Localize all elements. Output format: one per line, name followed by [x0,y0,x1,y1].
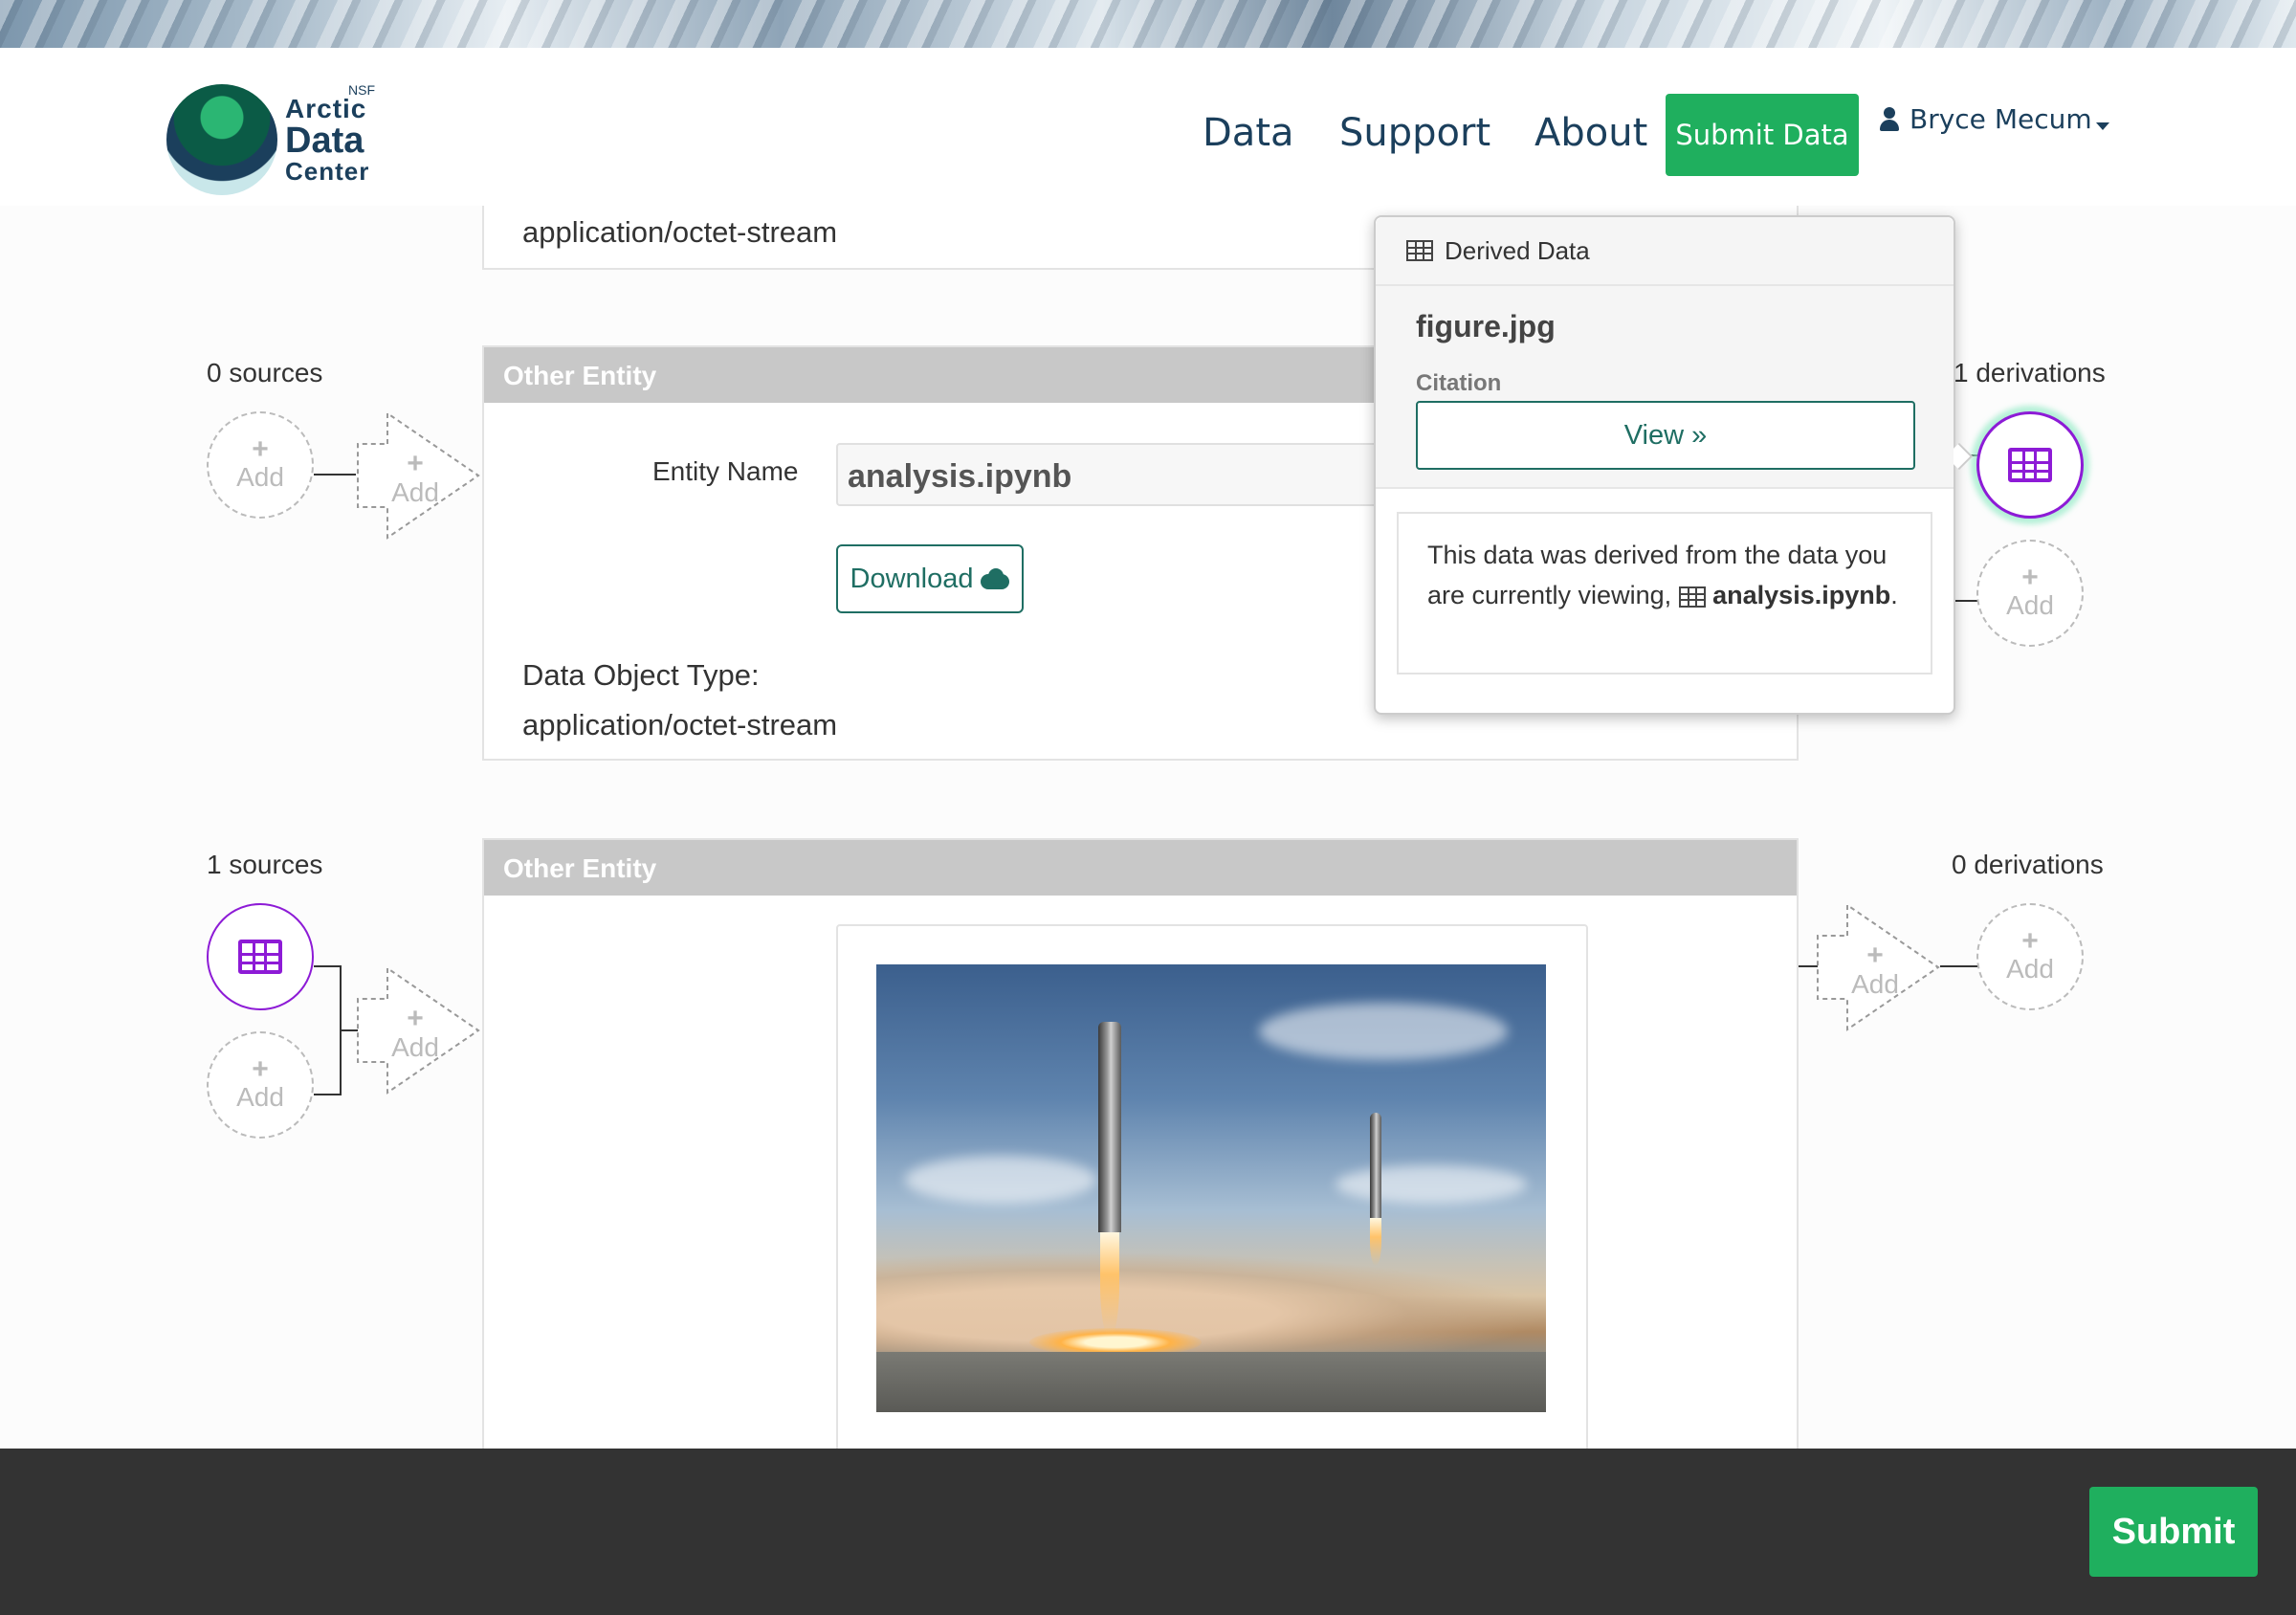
note-entity-name: analysis.ipynb [1712,581,1891,609]
nav-about-link[interactable]: About [1534,111,1647,155]
popover-body: figure.jpg Citation View » [1376,286,1954,489]
citation-label: Citation [1416,370,1502,396]
rocket-booster [1370,1113,1381,1218]
connector-line [314,1094,341,1095]
table-icon [238,940,282,974]
logo-line-2: Data [285,121,364,161]
add-source-arrow[interactable]: + Add [356,966,480,1095]
rocket-booster [1098,1022,1121,1232]
add-label: Add [236,462,284,492]
logo-line-1: Arctic [285,94,367,123]
connector-line [1940,965,1978,967]
popover-title: figure.jpg [1416,309,1556,343]
add-derivation-node[interactable]: + Add [1976,540,2084,647]
plus-icon: + [1866,940,1884,971]
plus-icon: + [252,1053,269,1085]
rocket-landing-photo [876,964,1546,1412]
editor-footer: Submit [0,1449,2296,1615]
arctic-data-center-logo[interactable]: NSF Arctic Data Center [166,82,386,207]
derivations-count: 0 derivations [1952,850,2104,879]
image-preview-frame [836,924,1588,1460]
plus-icon: + [407,1003,424,1034]
add-label: Add [391,477,439,507]
view-button[interactable]: View » [1416,401,1915,470]
sources-count: 0 sources [207,358,323,387]
user-icon [1879,106,1900,132]
logo-emblem [166,84,277,195]
table-icon [1678,586,1706,608]
derived-data-popover: Derived Data figure.jpg Citation View » … [1374,215,1974,715]
nav-data-link[interactable]: Data [1203,111,1294,155]
derived-data-node[interactable] [1976,411,2084,519]
cloud-download-icon [981,568,1010,589]
connector-line [314,965,341,967]
user-menu[interactable]: Bryce Mecum [1879,103,2109,135]
caret-down-icon [2095,122,2109,130]
add-derivation-arrow[interactable]: + Add [1816,903,1940,1031]
logo-wordmark: Arctic Data Center [285,94,370,186]
add-derivation-node[interactable]: + Add [1976,903,2084,1010]
add-source-node[interactable]: + Add [207,1031,314,1139]
site-header: NSF Arctic Data Center Data Support Abou… [0,48,2296,206]
table-icon [2008,448,2052,482]
add-label: Add [2006,590,2054,620]
submit-button[interactable]: Submit [2089,1487,2258,1577]
add-label: Add [2006,954,2054,984]
add-label: Add [236,1082,284,1112]
note-suffix: . [1890,581,1898,609]
table-icon [1406,240,1433,261]
plus-icon: + [407,448,424,479]
logo-line-3: Center [285,157,370,186]
add-label: Add [1851,969,1899,999]
data-object-type-value: application/octet-stream [522,708,838,741]
derivations-count: 1 derivations [1954,358,2106,387]
add-source-arrow[interactable]: + Add [356,411,480,540]
download-button[interactable]: Download [836,544,1024,613]
plus-icon: + [252,433,269,465]
mountain-banner [0,0,2296,48]
previous-mime-type: application/octet-stream [522,215,838,249]
add-source-node[interactable]: + Add [207,411,314,519]
popover-header: Derived Data [1376,217,1954,286]
entity-name-label: Entity Name [652,456,799,486]
panel-title: Other Entity [484,840,1797,896]
plus-icon: + [2021,925,2039,957]
plus-icon: + [2021,562,2039,593]
submit-data-button[interactable]: Submit Data [1666,94,1859,176]
sources-count: 1 sources [207,850,323,879]
user-name: Bryce Mecum [1910,103,2092,135]
data-object-type-label: Data Object Type: [522,658,760,692]
add-label: Add [391,1032,439,1062]
source-data-node[interactable] [207,903,314,1010]
nav-support-link[interactable]: Support [1339,111,1490,155]
connector-line [314,474,356,476]
derivation-note: This data was derived from the data you … [1397,512,1932,675]
popover-header-label: Derived Data [1445,235,1590,265]
download-label: Download [850,563,974,594]
